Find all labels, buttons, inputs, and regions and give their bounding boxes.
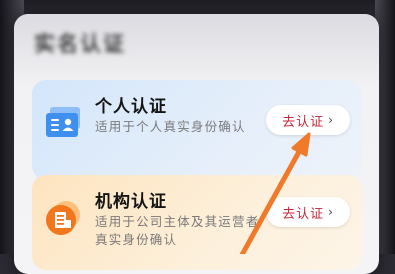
personal-card-title: 个人认证 — [95, 97, 167, 117]
personal-verify-button-label: 去认证 — [282, 114, 325, 130]
personal-card-description: 适用于个人真实身份确认 — [95, 119, 246, 134]
personal-verify-button[interactable]: 去认证 › — [266, 105, 350, 135]
organization-verify-button-label: 去认证 — [282, 206, 325, 222]
organization-verify-button[interactable]: 去认证 › — [266, 197, 350, 227]
building-icon — [46, 201, 80, 235]
organization-card-description: 适用于公司主体及其运营者真实身份确认 — [95, 214, 260, 247]
sheet-title: 实名认证 — [34, 32, 126, 56]
id-card-icon — [46, 107, 80, 137]
personal-verification-card[interactable]: 个人认证 适用于个人真实身份确认 去认证 › — [32, 80, 362, 180]
chevron-right-icon: › — [328, 205, 334, 219]
chevron-right-icon: › — [328, 113, 334, 127]
organization-verification-card[interactable]: 机构认证 适用于公司主体及其运营者真实身份确认 去认证 › — [32, 175, 362, 270]
organization-card-title: 机构认证 — [95, 192, 167, 212]
